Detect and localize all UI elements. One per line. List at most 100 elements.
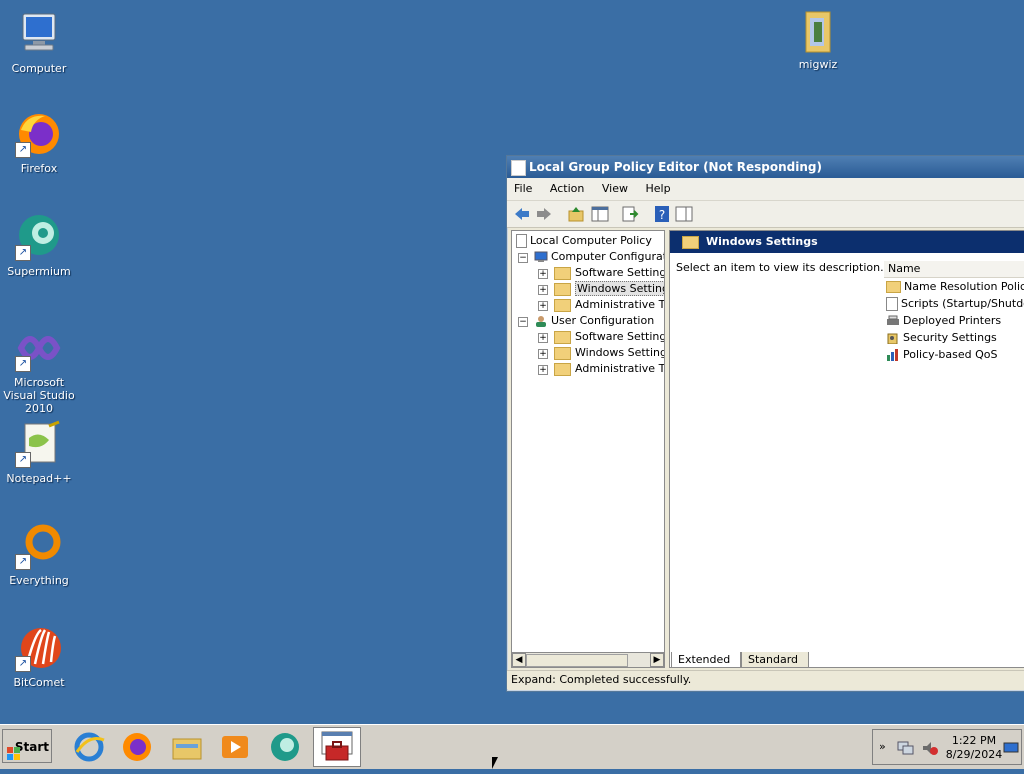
expand-icon[interactable]: + xyxy=(538,365,548,375)
desktop-icon-visual-studio[interactable]: ↗ Microsoft Visual Studio 2010 xyxy=(0,324,78,415)
tree-item-windows-settings[interactable]: + Windows Settings xyxy=(538,345,664,361)
menu-action[interactable]: Action xyxy=(543,178,591,200)
details-pane: Windows Settings Select an item to view … xyxy=(669,230,1024,668)
tree-item-software-settings[interactable]: + Software Settings xyxy=(538,265,664,281)
list-item[interactable]: Policy-based QoS xyxy=(886,347,998,363)
svg-text:?: ? xyxy=(659,208,665,222)
expand-icon[interactable]: + xyxy=(538,333,548,343)
volume-muted-icon[interactable] xyxy=(921,740,939,759)
scroll-right-icon[interactable]: ▶ xyxy=(650,653,664,667)
desktop-icon-label: Supermium xyxy=(7,265,71,278)
qos-chart-icon xyxy=(886,349,900,361)
desktop-icon-everything[interactable]: ↗ Everything xyxy=(0,522,78,587)
firefox-icon[interactable] xyxy=(120,730,154,764)
tree-item-administrative-templates[interactable]: + Administrative Tem xyxy=(538,361,664,377)
show-desktop-icon[interactable] xyxy=(1003,742,1019,757)
list-item[interactable]: Deployed Printers xyxy=(886,313,1001,329)
forward-arrow-icon[interactable] xyxy=(535,205,553,223)
tree-item-computer-configuration[interactable]: − Computer Configuratio xyxy=(518,249,664,265)
list-item[interactable]: Security Settings xyxy=(886,330,997,346)
system-tray: » 1:22 PM 8/29/2024 xyxy=(872,729,1022,765)
menu-bar: File Action View Help xyxy=(507,178,1024,201)
folder-icon xyxy=(886,281,901,293)
tree-item-windows-settings[interactable]: + Windows Settings xyxy=(538,281,664,297)
desktop-icon-label: Firefox xyxy=(20,162,58,175)
desktop-icon-label: migwiz xyxy=(798,58,838,71)
expand-icon[interactable]: + xyxy=(538,269,548,279)
clock-date: 8/29/2024 xyxy=(945,748,1003,761)
tree-item-administrative-templates[interactable]: + Administrative Tem xyxy=(538,297,664,313)
desktop-icon-firefox[interactable]: ↗ Firefox xyxy=(0,110,78,175)
tree-item-software-settings[interactable]: + Software Settings xyxy=(538,329,664,345)
computer-icon xyxy=(15,10,63,58)
menu-view[interactable]: View xyxy=(595,178,635,200)
menu-help[interactable]: Help xyxy=(638,178,677,200)
taskbar: Start » 1:22 PM 8/29/2024 xyxy=(0,724,1024,769)
scroll-left-icon[interactable]: ◀ xyxy=(512,653,526,667)
export-list-icon[interactable] xyxy=(621,205,639,223)
shortcut-arrow-icon: ↗ xyxy=(15,245,31,261)
clock[interactable]: 1:22 PM 8/29/2024 xyxy=(945,734,1003,762)
tree-root[interactable]: Local Computer Policy xyxy=(516,233,652,249)
script-icon xyxy=(886,297,898,311)
tray-expand-icon[interactable]: » xyxy=(879,740,886,753)
window-titlebar[interactable]: Local Group Policy Editor (Not Respondin… xyxy=(507,156,1024,178)
notepadpp-icon: ↗ xyxy=(15,420,63,468)
tab-standard[interactable]: Standard xyxy=(741,652,809,668)
collapse-icon[interactable]: − xyxy=(518,317,528,327)
security-settings-icon xyxy=(886,332,900,345)
desktop-icon-migwiz[interactable]: migwiz xyxy=(779,6,857,71)
folder-icon xyxy=(554,330,571,344)
desktop-icon-label: Microsoft Visual Studio 2010 xyxy=(3,376,75,415)
list-item[interactable]: Scripts (Startup/Shutdown) xyxy=(886,296,1024,312)
clock-time: 1:22 PM xyxy=(951,734,997,747)
tab-extended[interactable]: Extended xyxy=(671,652,741,668)
explorer-icon[interactable] xyxy=(170,730,204,764)
desktop-icon-computer[interactable]: Computer xyxy=(0,10,78,75)
folder-icon xyxy=(554,266,571,280)
collapse-icon[interactable]: − xyxy=(518,253,528,263)
expand-icon[interactable]: + xyxy=(538,285,548,295)
group-policy-editor-window: Local Group Policy Editor (Not Respondin… xyxy=(506,155,1024,692)
media-player-icon[interactable] xyxy=(218,730,252,764)
everything-icon: ↗ xyxy=(15,522,63,570)
desktop-icon-supermium[interactable]: ↗ Supermium xyxy=(0,213,78,278)
shortcut-arrow-icon: ↗ xyxy=(15,554,31,570)
shortcut-arrow-icon: ↗ xyxy=(15,356,31,372)
folder-icon xyxy=(554,362,571,376)
details-header: Windows Settings xyxy=(670,231,1024,253)
list-item[interactable]: Name Resolution Policy xyxy=(886,279,1024,295)
supermium-icon: ↗ xyxy=(15,213,63,261)
show-hide-tree-icon[interactable] xyxy=(591,205,609,223)
back-arrow-icon[interactable] xyxy=(513,205,531,223)
up-folder-icon[interactable] xyxy=(567,205,585,223)
internet-explorer-icon[interactable] xyxy=(72,730,106,764)
desktop-icon-notepadpp[interactable]: ↗ Notepad++ xyxy=(0,420,78,485)
folder-icon xyxy=(554,298,571,312)
scrollbar-thumb[interactable] xyxy=(526,654,628,667)
tree-item-user-configuration[interactable]: − User Configuration xyxy=(518,313,654,329)
network-icon[interactable] xyxy=(897,740,915,759)
tree-pane: Local Computer Policy − Computer Configu… xyxy=(511,230,665,668)
desktop-icon-label: BitComet xyxy=(13,676,65,689)
desktop-icon-label: Everything xyxy=(9,574,69,587)
visual-studio-icon: ↗ xyxy=(15,324,63,372)
description-text: Select an item to view its description. xyxy=(676,261,884,274)
policy-editor-icon xyxy=(511,160,526,176)
expand-icon[interactable]: + xyxy=(538,301,548,311)
start-button[interactable]: Start xyxy=(2,729,52,763)
taskbar-task-group-policy-editor[interactable] xyxy=(313,727,361,767)
desktop-icon-label: Notepad++ xyxy=(6,472,72,485)
desktop-icon-bitcomet[interactable]: ↗ BitComet xyxy=(0,624,78,689)
toolbar: ? xyxy=(507,201,1024,228)
supermium-icon[interactable] xyxy=(268,730,302,764)
shortcut-arrow-icon: ↗ xyxy=(15,452,31,468)
help-icon[interactable]: ? xyxy=(653,205,671,223)
folder-icon xyxy=(794,6,842,54)
column-header-name[interactable]: Name xyxy=(884,261,1024,278)
firefox-icon: ↗ xyxy=(15,110,63,158)
expand-icon[interactable]: + xyxy=(538,349,548,359)
show-hide-action-pane-icon[interactable] xyxy=(675,205,693,223)
tree-horizontal-scrollbar[interactable]: ◀ ▶ xyxy=(511,652,665,668)
menu-file[interactable]: File xyxy=(507,178,539,200)
